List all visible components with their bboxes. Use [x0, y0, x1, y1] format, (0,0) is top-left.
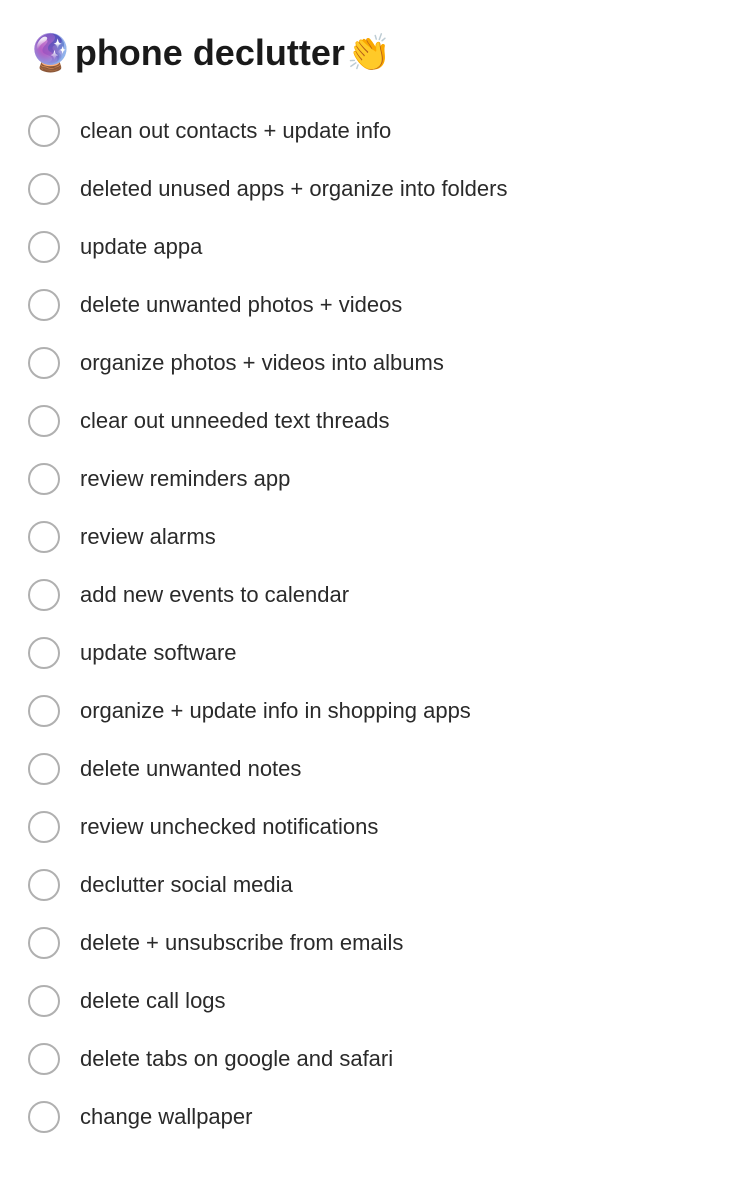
list-item: update appa	[28, 218, 708, 276]
title-emoji-left: 🔮	[28, 32, 73, 74]
item-label-10: update software	[80, 639, 237, 668]
checkbox-15[interactable]	[28, 927, 60, 959]
checkbox-9[interactable]	[28, 579, 60, 611]
item-label-16: delete call logs	[80, 987, 226, 1016]
checkbox-12[interactable]	[28, 753, 60, 785]
checklist: clean out contacts + update info deleted …	[28, 102, 708, 1146]
item-label-5: organize photos + videos into albums	[80, 349, 444, 378]
checkbox-10[interactable]	[28, 637, 60, 669]
item-label-12: delete unwanted notes	[80, 755, 301, 784]
list-item: review alarms	[28, 508, 708, 566]
checkbox-3[interactable]	[28, 231, 60, 263]
checkbox-16[interactable]	[28, 985, 60, 1017]
list-item: organize + update info in shopping apps	[28, 682, 708, 740]
item-label-14: declutter social media	[80, 871, 293, 900]
checkbox-17[interactable]	[28, 1043, 60, 1075]
checkbox-1[interactable]	[28, 115, 60, 147]
checkbox-18[interactable]	[28, 1101, 60, 1133]
checkbox-11[interactable]	[28, 695, 60, 727]
checkbox-4[interactable]	[28, 289, 60, 321]
checkbox-13[interactable]	[28, 811, 60, 843]
item-label-4: delete unwanted photos + videos	[80, 291, 402, 320]
item-label-18: change wallpaper	[80, 1103, 252, 1132]
list-item: add new events to calendar	[28, 566, 708, 624]
item-label-15: delete + unsubscribe from emails	[80, 929, 403, 958]
list-item: deleted unused apps + organize into fold…	[28, 160, 708, 218]
list-item: review unchecked notifications	[28, 798, 708, 856]
list-item: clear out unneeded text threads	[28, 392, 708, 450]
item-label-7: review reminders app	[80, 465, 290, 494]
list-item: delete unwanted notes	[28, 740, 708, 798]
title-emoji-right: 👏	[347, 32, 392, 74]
item-label-17: delete tabs on google and safari	[80, 1045, 393, 1074]
list-item: update software	[28, 624, 708, 682]
list-item: clean out contacts + update info	[28, 102, 708, 160]
item-label-1: clean out contacts + update info	[80, 117, 391, 146]
list-item: declutter social media	[28, 856, 708, 914]
item-label-6: clear out unneeded text threads	[80, 407, 389, 436]
list-item: delete call logs	[28, 972, 708, 1030]
item-label-8: review alarms	[80, 523, 216, 552]
checkbox-2[interactable]	[28, 173, 60, 205]
item-label-13: review unchecked notifications	[80, 813, 378, 842]
item-label-11: organize + update info in shopping apps	[80, 697, 471, 726]
checkbox-7[interactable]	[28, 463, 60, 495]
checkbox-8[interactable]	[28, 521, 60, 553]
list-item: change wallpaper	[28, 1088, 708, 1146]
checkbox-5[interactable]	[28, 347, 60, 379]
list-item: delete + unsubscribe from emails	[28, 914, 708, 972]
page-title: 🔮phone declutter👏	[28, 32, 708, 74]
list-item: delete unwanted photos + videos	[28, 276, 708, 334]
item-label-3: update appa	[80, 233, 202, 262]
title-text: phone declutter	[75, 32, 345, 74]
list-item: delete tabs on google and safari	[28, 1030, 708, 1088]
item-label-9: add new events to calendar	[80, 581, 349, 610]
checkbox-14[interactable]	[28, 869, 60, 901]
list-item: organize photos + videos into albums	[28, 334, 708, 392]
list-item: review reminders app	[28, 450, 708, 508]
checkbox-6[interactable]	[28, 405, 60, 437]
item-label-2: deleted unused apps + organize into fold…	[80, 175, 507, 204]
